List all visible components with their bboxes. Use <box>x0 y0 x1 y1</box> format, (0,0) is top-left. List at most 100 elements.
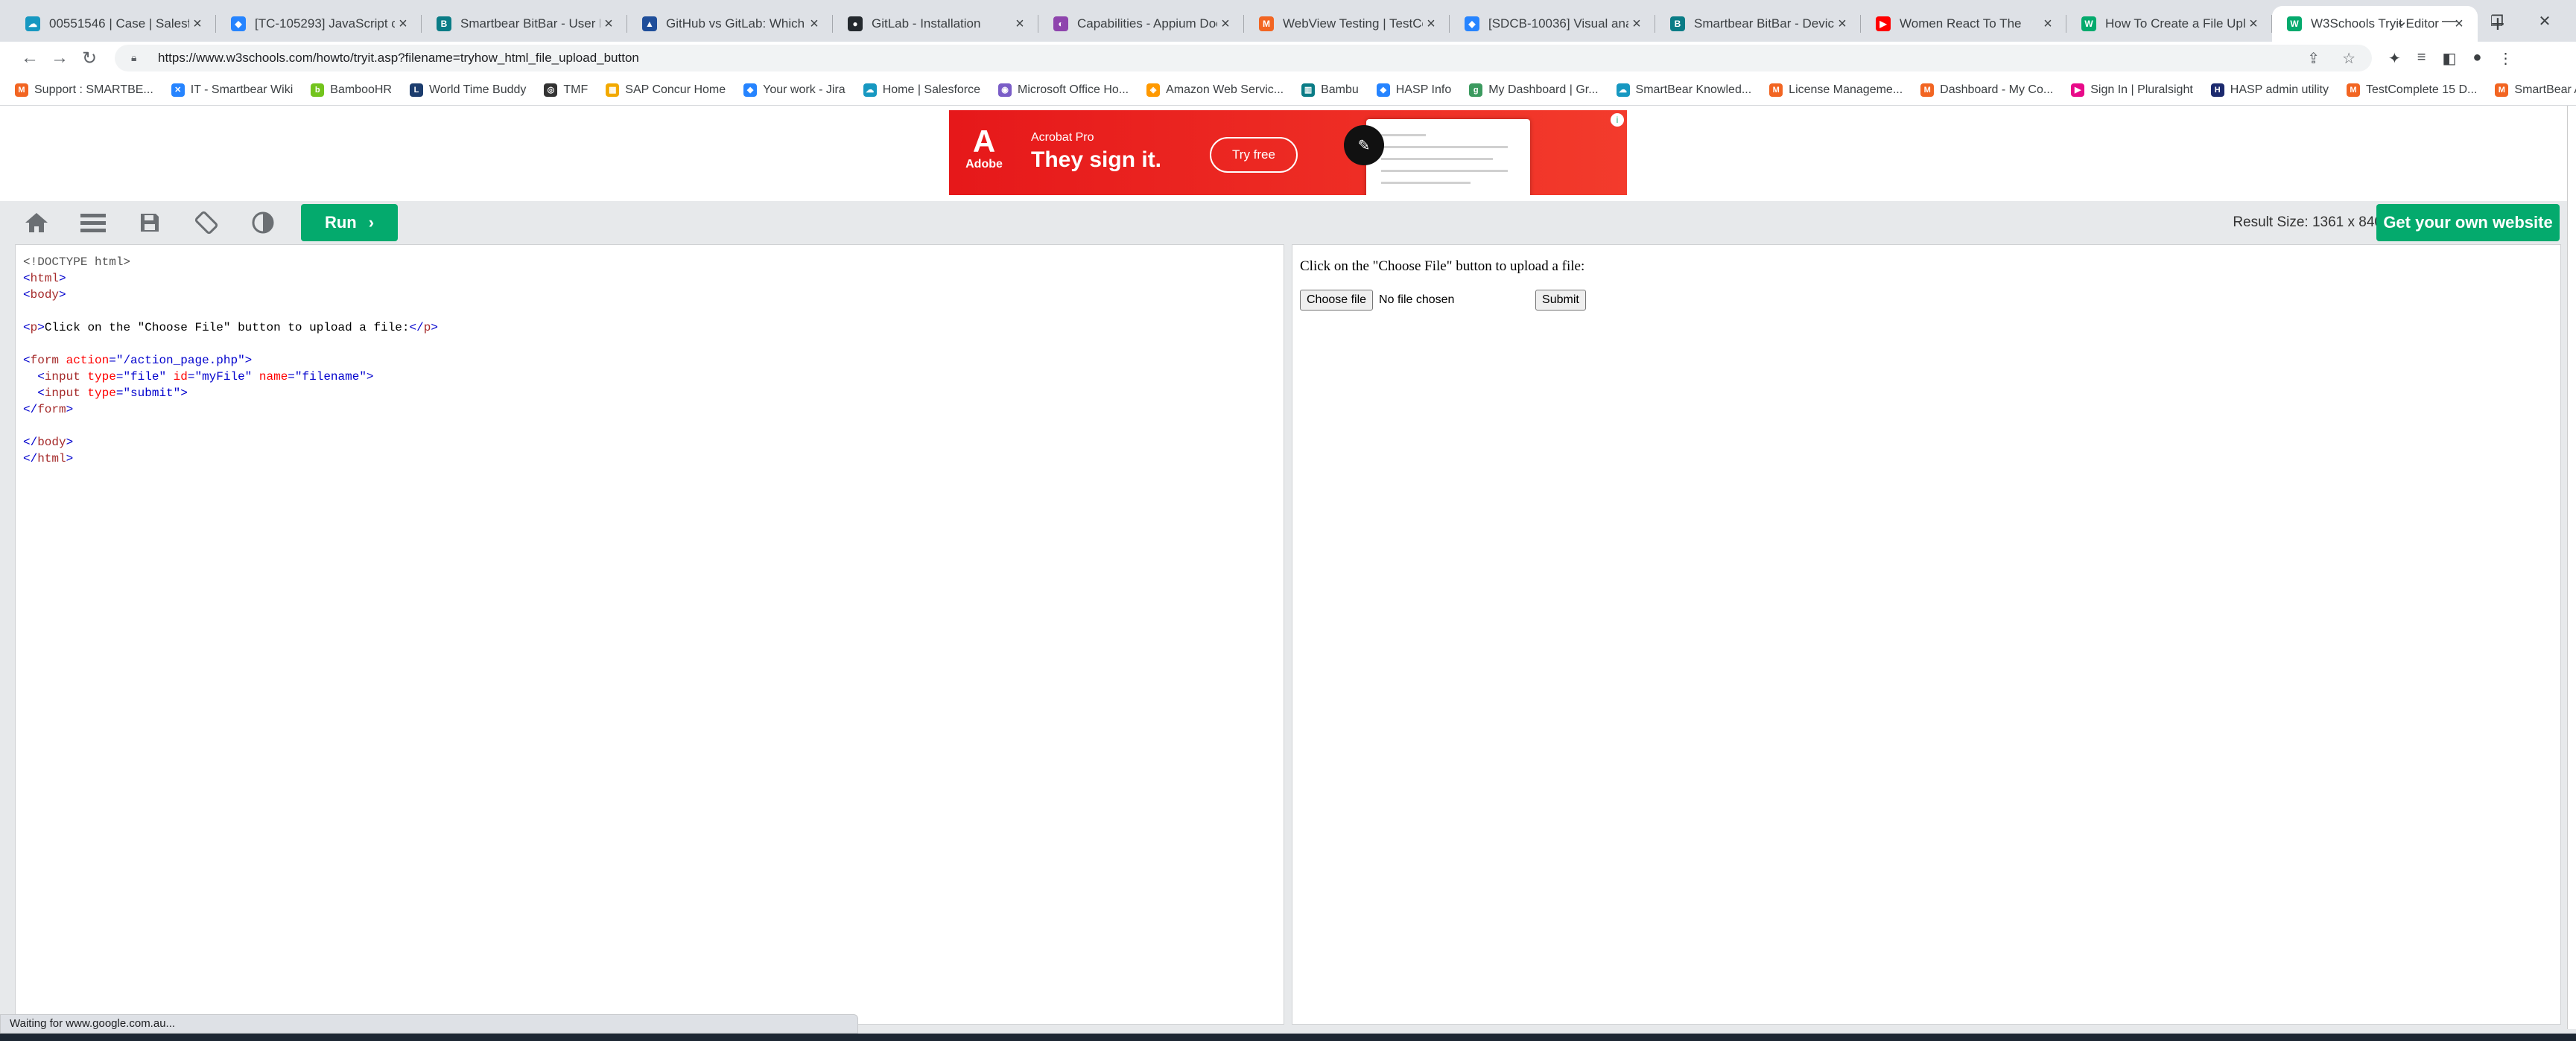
get-your-own-website-button[interactable]: Get your own website <box>2376 204 2560 241</box>
bookmark-item[interactable]: ◈ Amazon Web Servic... <box>1146 83 1284 97</box>
menu-icon[interactable]: ⋮ <box>2498 49 2513 68</box>
back-icon[interactable]: ← <box>15 48 45 69</box>
jira-icon: ◆ <box>231 16 246 31</box>
bookmark-item[interactable]: ☁ SmartBear Knowled... <box>1616 83 1751 97</box>
minimize-icon[interactable]: — <box>2426 6 2473 36</box>
close-tab-icon[interactable]: × <box>2245 16 2262 33</box>
close-window-icon[interactable]: ✕ <box>2521 6 2569 36</box>
bookmark-item[interactable]: ◆ HASP Info <box>1376 83 1451 97</box>
bookmark-label: IT - Smartbear Wiki <box>190 83 294 96</box>
code-token: body <box>30 288 60 302</box>
bookmark-item[interactable]: ☁ Home | Salesforce <box>863 83 980 97</box>
browser-tab[interactable]: ☁ 00551546 | Case | Salesforce× <box>10 6 216 42</box>
bookmark-item[interactable]: ◉ Microsoft Office Ho... <box>998 83 1129 97</box>
url-field[interactable]: 🔒︎ https://www.w3schools.com/howto/tryit… <box>115 45 2372 71</box>
close-tab-icon[interactable]: × <box>1217 16 1234 33</box>
extension-toolbar: ✦ ≡ ◧ ● ⋮ <box>2388 49 2513 68</box>
bookmark-item[interactable]: ▶ Sign In | Pluralsight <box>2071 83 2193 97</box>
rotate-orientation-icon[interactable] <box>186 205 226 241</box>
reading-list-icon[interactable]: ≡ <box>2417 49 2426 68</box>
bookmark-item[interactable]: ✕ IT - Smartbear Wiki <box>171 83 294 97</box>
bookmark-star-icon[interactable]: ☆ <box>2342 49 2355 68</box>
browser-tab[interactable]: ◆ [TC-105293] JavaScript code× <box>216 6 422 42</box>
tab-title: How To Create a File Upload <box>2105 16 2245 31</box>
tab-title: Capabilities - Appium Docs <box>1077 16 1217 31</box>
lock-icon[interactable]: 🔒︎ <box>131 51 145 65</box>
bookmark-item[interactable]: ◆ Your work - Jira <box>743 83 846 97</box>
bookmark-item[interactable]: g My Dashboard | Gr... <box>1469 83 1599 97</box>
code-token: > <box>66 436 74 449</box>
browser-tab[interactable]: B Smartbear BitBar - Devices × <box>1655 6 1861 42</box>
close-tab-icon[interactable]: × <box>2040 16 2056 33</box>
tab-list: ☁00551546 | Case | Salesforce×◆[TC-10529… <box>10 6 2478 42</box>
code-token: = <box>115 370 124 383</box>
bookmark-favicon-icon: b <box>311 83 325 97</box>
close-tab-icon[interactable]: × <box>1628 16 1645 33</box>
bookmark-item[interactable]: M SmartBear Academy <box>2495 83 2576 97</box>
close-tab-icon[interactable]: × <box>1423 16 1439 33</box>
close-tab-icon[interactable]: × <box>189 16 206 33</box>
bookmark-item[interactable]: L World Time Buddy <box>409 83 526 97</box>
forward-icon[interactable]: → <box>45 48 74 69</box>
bookmark-item[interactable]: H HASP admin utility <box>2210 83 2329 97</box>
file-status-text: No file chosen <box>1379 293 1455 306</box>
ad-try-free-button[interactable]: Try free <box>1210 137 1298 173</box>
browser-tab[interactable]: ◆ [SDCB-10036] Visual analysis× <box>1450 6 1655 42</box>
ad-document-image <box>1366 119 1530 195</box>
run-button[interactable]: Run › <box>301 204 398 241</box>
browser-tab[interactable]: ▲ GitHub vs GitLab: Which is × <box>627 6 833 42</box>
dark-mode-icon[interactable] <box>243 205 283 241</box>
code-token: = <box>109 354 116 367</box>
bookmark-item[interactable]: M TestComplete 15 D... <box>2346 83 2477 97</box>
code-line: <input type="file" id="myFile" name="fil… <box>23 369 1276 385</box>
close-tab-icon[interactable]: × <box>600 16 617 33</box>
bookmark-label: SmartBear Academy <box>2514 83 2576 96</box>
bookmark-item[interactable]: M License Manageme... <box>1769 83 1903 97</box>
side-panel-icon[interactable]: ◧ <box>2442 49 2456 68</box>
code-token: "filename" <box>294 370 367 383</box>
bookmark-label: License Manageme... <box>1789 83 1903 96</box>
page-scrollbar[interactable] <box>2567 106 2576 1029</box>
close-tab-icon[interactable]: × <box>1012 16 1028 33</box>
bookmark-item[interactable]: M Dashboard - My Co... <box>1920 83 2053 97</box>
reload-icon[interactable]: ↻ <box>74 48 104 69</box>
bookmark-item[interactable]: ▥ Bambu <box>1301 83 1359 97</box>
code-token: body <box>37 436 66 449</box>
bookmark-item[interactable]: ▦ SAP Concur Home <box>606 83 726 97</box>
choose-file-button[interactable]: Choose file <box>1300 290 1374 311</box>
profile-icon[interactable]: ● <box>2472 49 2481 68</box>
bookmark-favicon-icon: L <box>409 83 423 97</box>
extensions-icon[interactable]: ✦ <box>2388 49 2401 68</box>
submit-button[interactable]: Submit <box>1535 290 1586 311</box>
close-tab-icon[interactable]: × <box>806 16 822 33</box>
bookmark-item[interactable]: ◎ TMF <box>544 83 588 97</box>
code-token: input <box>44 370 88 383</box>
close-tab-icon[interactable]: × <box>1834 16 1850 33</box>
bookmark-item[interactable]: M Support : SMARTBE... <box>15 83 153 97</box>
browser-tab[interactable]: ● GitLab - Installation × <box>833 6 1038 42</box>
browser-tab[interactable]: W How To Create a File Upload× <box>2066 6 2272 42</box>
code-editor[interactable]: <!DOCTYPE html> <html> <body> <p>Click on t… <box>15 244 1284 1025</box>
home-icon[interactable] <box>16 205 57 241</box>
code-token: p <box>423 321 431 334</box>
share-icon[interactable]: ⇪ <box>2307 49 2320 68</box>
tab-search-icon[interactable]: ⌄ <box>2378 6 2426 36</box>
ad-banner[interactable]: A Adobe Acrobat Pro They sign it. Try fr… <box>949 110 1627 195</box>
bookmark-item[interactable]: b BambooHR <box>311 83 392 97</box>
browser-tab[interactable]: M WebView Testing | TestComplete× <box>1244 6 1450 42</box>
close-tab-icon[interactable]: × <box>395 16 411 33</box>
save-icon[interactable] <box>130 205 170 241</box>
ad-info-icon[interactable]: i <box>1611 113 1624 127</box>
browser-tab[interactable]: ◐ Capabilities - Appium Docs × <box>1038 6 1244 42</box>
tab-title: Smartbear BitBar - Devices <box>1694 16 1834 31</box>
ad-product: Acrobat Pro <box>1031 131 1094 144</box>
code-token: = <box>288 370 295 383</box>
url-text[interactable]: https://www.w3schools.com/howto/tryit.as… <box>158 51 639 66</box>
browser-tab[interactable]: ▶ Women React To The × <box>1861 6 2066 42</box>
restore-icon[interactable]: ❐ <box>2473 6 2521 36</box>
menu-icon[interactable] <box>73 205 113 241</box>
browser-tab[interactable]: B Smartbear BitBar - User Docs× <box>422 6 627 42</box>
code-token: > <box>66 403 74 416</box>
tryit-toolbar: Run › Result Size: 1361 x 840 Get your o… <box>0 201 2576 244</box>
